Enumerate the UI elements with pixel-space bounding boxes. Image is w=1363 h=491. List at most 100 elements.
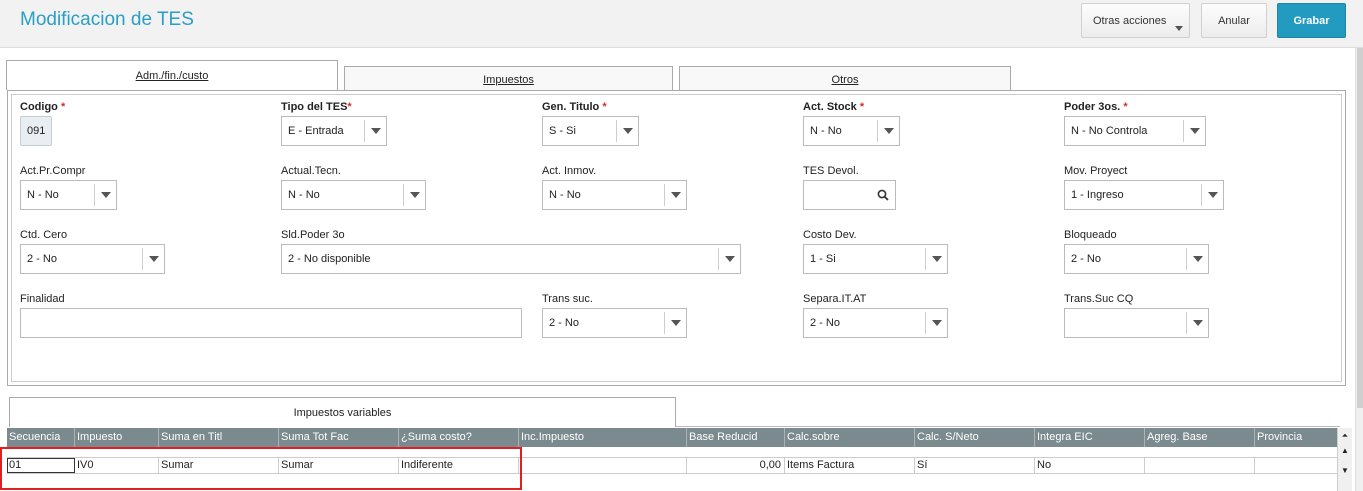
- table-cell[interactable]: 0,00: [687, 458, 785, 473]
- act-inmov-select[interactable]: N - No: [542, 180, 687, 210]
- scroll-up-icon[interactable]: ▲: [1339, 445, 1351, 455]
- act-stock-select[interactable]: N - No: [803, 116, 900, 146]
- column-header[interactable]: Calc.sobre: [785, 428, 915, 447]
- page-title: Modificacion de TES: [20, 9, 194, 30]
- chevron-down-icon: [1186, 248, 1208, 270]
- actual-tecn-label: Actual.Tecn.: [281, 165, 341, 177]
- tab-adm-fin-custo[interactable]: Adm./fin./custo: [6, 60, 338, 90]
- gen-titulo-label: Gen. Titulo *: [542, 101, 607, 113]
- finalidad-label: Finalidad: [20, 293, 65, 305]
- table-cell[interactable]: Indiferente: [399, 458, 519, 473]
- chevron-down-icon: [925, 248, 947, 270]
- tab-label: Adm./fin./custo: [135, 69, 209, 82]
- table-cell[interactable]: Sí: [915, 458, 1035, 473]
- finalidad-input[interactable]: [20, 308, 522, 338]
- chevron-down-icon: [1201, 184, 1223, 206]
- costo-dev-label: Costo Dev.: [803, 229, 857, 241]
- otras-acciones-button[interactable]: Otras acciones: [1081, 3, 1190, 38]
- act-inmov-label: Act. Inmov.: [542, 165, 597, 177]
- column-header[interactable]: Calc. S/Neto: [915, 428, 1035, 447]
- column-header[interactable]: Base Reducid: [687, 428, 785, 447]
- costo-dev-select[interactable]: 1 - Si: [803, 244, 948, 274]
- table-cell[interactable]: [1255, 458, 1337, 473]
- tab-label: Otros: [831, 73, 859, 86]
- chevron-down-icon: [664, 312, 686, 334]
- column-header[interactable]: ¿Suma costo?: [399, 428, 519, 447]
- mov-proyect-label: Mov. Proyect: [1064, 165, 1128, 177]
- grabar-button[interactable]: Grabar: [1277, 3, 1346, 38]
- header-bar: Modificacion de TES Otras acciones Anula…: [0, 0, 1363, 48]
- divider: [676, 426, 1340, 427]
- actual-tecn-select[interactable]: N - No: [281, 180, 426, 210]
- sld-poder-3o-label: Sld.Poder 3o: [281, 229, 345, 241]
- codigo-field: 091: [20, 116, 52, 146]
- poder-3os-select[interactable]: N - No Controla: [1064, 116, 1206, 146]
- table-cell[interactable]: Sumar: [279, 458, 399, 473]
- table-cell[interactable]: [519, 458, 687, 473]
- tab-impuestos[interactable]: Impuestos: [344, 66, 673, 92]
- column-header[interactable]: Secuencia: [7, 428, 75, 447]
- tab-otros[interactable]: Otros: [679, 66, 1011, 92]
- chevron-down-icon: [877, 120, 899, 142]
- table-cell[interactable]: Sumar: [159, 458, 279, 473]
- column-header[interactable]: Provincia: [1255, 428, 1337, 447]
- search-icon[interactable]: [877, 189, 889, 201]
- chevron-down-icon: [142, 248, 164, 270]
- separa-it-at-label: Separa.IT.AT: [803, 293, 867, 305]
- tab-impuestos-variables[interactable]: Impuestos variables: [9, 397, 676, 427]
- mov-proyect-select[interactable]: 1 - Ingreso: [1064, 180, 1224, 210]
- trans-suc-label: Trans suc.: [542, 293, 593, 305]
- ctd-cero-select[interactable]: 2 - No: [20, 244, 165, 274]
- trans-suc-cq-select[interactable]: [1064, 308, 1209, 338]
- chevron-down-icon: [1175, 26, 1183, 31]
- chevron-down-icon: [664, 184, 686, 206]
- grid-header: Secuencia Impuesto Suma en Titl Suma Tot…: [7, 428, 1337, 447]
- table-cell[interactable]: 01: [7, 458, 75, 473]
- gen-titulo-select[interactable]: S - Si: [542, 116, 639, 146]
- column-header[interactable]: Suma en Titl: [159, 428, 279, 447]
- act-stock-label: Act. Stock *: [803, 101, 865, 113]
- trans-suc-select[interactable]: 2 - No: [542, 308, 687, 338]
- table-row[interactable]: 01 IV0 Sumar Sumar Indiferente 0,00 Item…: [7, 457, 1337, 474]
- bloqueado-select[interactable]: 2 - No: [1064, 244, 1209, 274]
- column-header[interactable]: Suma Tot Fac: [279, 428, 399, 447]
- scroll-top-icon[interactable]: ⏶: [1339, 431, 1351, 441]
- page-scrollbar[interactable]: [1355, 48, 1363, 491]
- grid-scrollbar[interactable]: ⏶ ▲ ▼: [1337, 428, 1352, 491]
- column-header[interactable]: Inc.Impuesto: [519, 428, 687, 447]
- chevron-down-icon: [1183, 120, 1205, 142]
- table-cell[interactable]: No: [1035, 458, 1145, 473]
- tipo-tes-select[interactable]: E - Entrada: [281, 116, 387, 146]
- act-pr-compr-select[interactable]: N - No: [20, 180, 117, 210]
- tes-devol-input[interactable]: [803, 180, 896, 210]
- tes-devol-label: TES Devol.: [803, 165, 859, 177]
- codigo-label: Codigo *: [20, 101, 66, 113]
- table-cell[interactable]: Items Factura: [785, 458, 915, 473]
- separa-it-at-select[interactable]: 2 - No: [803, 308, 948, 338]
- column-header[interactable]: Impuesto: [75, 428, 159, 447]
- bloqueado-label: Bloqueado: [1064, 229, 1117, 241]
- chevron-down-icon: [403, 184, 425, 206]
- tab-label: Impuestos: [483, 73, 534, 86]
- scrollbar-thumb[interactable]: [1357, 48, 1363, 408]
- impuestos-grid: Secuencia Impuesto Suma en Titl Suma Tot…: [7, 428, 1337, 491]
- column-header[interactable]: Agreg. Base: [1145, 428, 1255, 447]
- table-cell[interactable]: IV0: [75, 458, 159, 473]
- chevron-down-icon: [94, 184, 116, 206]
- act-pr-compr-label: Act.Pr.Compr: [20, 165, 86, 177]
- chevron-down-icon: [718, 248, 740, 270]
- ctd-cero-label: Ctd. Cero: [20, 229, 68, 241]
- scroll-down-icon[interactable]: ▼: [1339, 465, 1351, 475]
- anular-button[interactable]: Anular: [1201, 3, 1267, 38]
- chevron-down-icon: [925, 312, 947, 334]
- chevron-down-icon: [616, 120, 638, 142]
- column-header[interactable]: Integra EIC: [1035, 428, 1145, 447]
- otras-acciones-label: Otras acciones: [1093, 14, 1167, 27]
- sld-poder-3o-select[interactable]: 2 - No disponible: [281, 244, 741, 274]
- chevron-down-icon: [364, 120, 386, 142]
- trans-suc-cq-label: Trans.Suc CQ: [1064, 293, 1134, 305]
- table-cell[interactable]: [1145, 458, 1255, 473]
- tipo-tes-label: Tipo del TES*: [281, 101, 352, 113]
- chevron-down-icon: [1186, 312, 1208, 334]
- poder-3os-label: Poder 3os. *: [1064, 101, 1128, 113]
